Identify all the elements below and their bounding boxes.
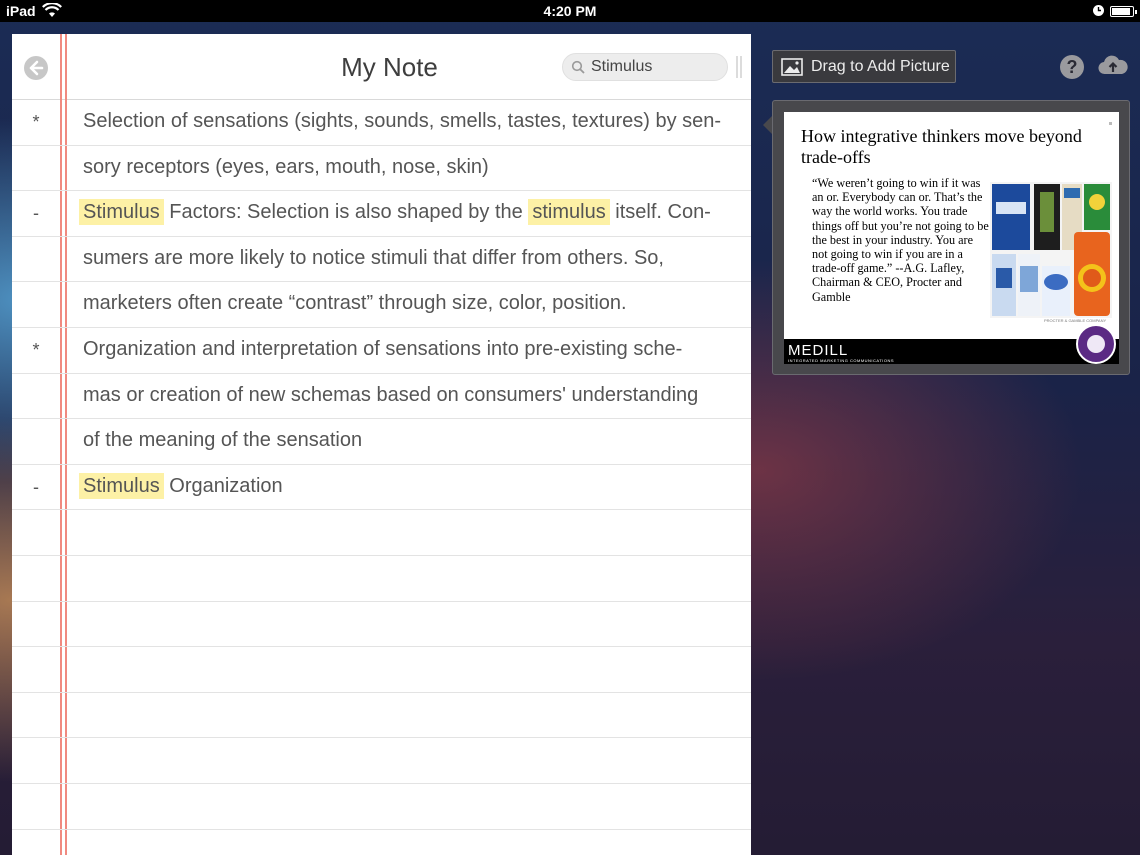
medill-subtitle: INTEGRATED MARKETING COMMUNICATIONS bbox=[788, 358, 895, 363]
line-text: Organization and interpretation of sensa… bbox=[83, 338, 682, 361]
slide-title: How integrative thinkers move beyond tra… bbox=[801, 126, 1082, 167]
status-bar: iPad 4:20 PM bbox=[0, 0, 1140, 22]
picture-popover: How integrative thinkers move beyond tra… bbox=[772, 100, 1130, 375]
text-run: Organization and interpretation of sensa… bbox=[83, 337, 683, 360]
note-line[interactable]: sumers are more likely to notice stimuli… bbox=[12, 237, 751, 283]
alarm-clock-icon bbox=[1092, 4, 1105, 20]
line-text: sory receptors (eyes, ears, mouth, nose,… bbox=[83, 156, 489, 179]
note-header: My Note bbox=[12, 34, 751, 100]
note-lines[interactable]: * Selection of sensations (sights, sounds… bbox=[12, 100, 751, 830]
note-line[interactable]: mas or creation of new schemas based on … bbox=[12, 374, 751, 420]
status-time: 4:20 PM bbox=[543, 3, 597, 19]
note-line[interactable] bbox=[12, 693, 751, 739]
text-run: itself. Con- bbox=[609, 201, 711, 224]
line-text: Selection of sensations (sights, sounds,… bbox=[83, 110, 721, 133]
text-run: Organization bbox=[163, 474, 283, 497]
line-text: Stimulus Factors: Selection is also shap… bbox=[79, 199, 711, 226]
product-credit: PROCTER & GAMBLE COMPANY bbox=[1044, 318, 1107, 323]
university-seal-icon bbox=[1076, 324, 1116, 364]
slide-footer: MEDILL INTEGRATED MARKETING COMMUNICATIO… bbox=[784, 339, 1119, 364]
note-panel: * Selection of sensations (sights, sounds… bbox=[12, 34, 751, 855]
search-icon bbox=[571, 60, 585, 74]
drag-to-add-picture-button[interactable]: Drag to Add Picture bbox=[772, 50, 956, 83]
product-collage-image bbox=[990, 182, 1112, 318]
battery-icon bbox=[1110, 6, 1137, 17]
note-line[interactable] bbox=[12, 738, 751, 784]
note-line[interactable] bbox=[12, 647, 751, 693]
note-line[interactable]: * Organization and interpretation of sens… bbox=[12, 328, 751, 374]
text-run: marketers often create “contrast” throug… bbox=[83, 292, 627, 315]
search-highlight: Stimulus bbox=[79, 472, 164, 499]
cloud-upload-icon[interactable] bbox=[1097, 52, 1129, 78]
picture-icon bbox=[781, 58, 803, 76]
note-line[interactable]: sory receptors (eyes, ears, mouth, nose,… bbox=[12, 146, 751, 192]
text-run: of the meaning of the sensation bbox=[83, 429, 363, 452]
slide-thumbnail[interactable]: How integrative thinkers move beyond tra… bbox=[784, 112, 1119, 364]
line-bullet: - bbox=[33, 203, 39, 224]
note-line[interactable]: marketers often create “contrast” throug… bbox=[12, 282, 751, 328]
line-bullet: - bbox=[33, 476, 39, 497]
slide-dot bbox=[1109, 122, 1112, 125]
note-line[interactable] bbox=[12, 556, 751, 602]
note-line[interactable]: - Stimulus Organization bbox=[12, 465, 751, 511]
line-text: of the meaning of the sensation bbox=[83, 429, 362, 452]
note-line[interactable] bbox=[12, 510, 751, 556]
text-run: sumers are more likely to notice stimuli… bbox=[83, 246, 664, 269]
line-text: Stimulus Organization bbox=[79, 472, 283, 499]
note-line[interactable] bbox=[12, 602, 751, 648]
note-line[interactable]: - Stimulus Factors: Selection is also sha… bbox=[12, 191, 751, 237]
slide-quote: “We weren’t going to win if it was an or… bbox=[812, 176, 989, 304]
text-run: Factors: Selection is also shaped by the bbox=[163, 201, 529, 224]
line-text: marketers often create “contrast” throug… bbox=[83, 292, 627, 315]
text-run: sory receptors (eyes, ears, mouth, nose,… bbox=[83, 155, 489, 178]
note-line[interactable] bbox=[12, 784, 751, 830]
medill-logo: MEDILL bbox=[788, 342, 849, 359]
resize-handle[interactable] bbox=[736, 56, 744, 78]
line-bullet: * bbox=[32, 112, 40, 132]
help-icon[interactable]: ? bbox=[1060, 55, 1084, 79]
search-highlight: stimulus bbox=[528, 199, 610, 226]
text-run: mas or creation of new schemas based on … bbox=[83, 383, 699, 406]
note-line[interactable]: * Selection of sensations (sights, sounds… bbox=[12, 100, 751, 146]
drag-button-label: Drag to Add Picture bbox=[811, 58, 950, 75]
line-text: sumers are more likely to notice stimuli… bbox=[83, 247, 664, 270]
line-bullet: * bbox=[32, 339, 40, 360]
text-run: Selection of sensations (sights, sounds,… bbox=[83, 110, 722, 132]
search-highlight: Stimulus bbox=[79, 199, 164, 226]
line-text: mas or creation of new schemas based on … bbox=[83, 384, 698, 407]
search-input[interactable] bbox=[562, 53, 728, 81]
note-line[interactable]: of the meaning of the sensation bbox=[12, 419, 751, 465]
